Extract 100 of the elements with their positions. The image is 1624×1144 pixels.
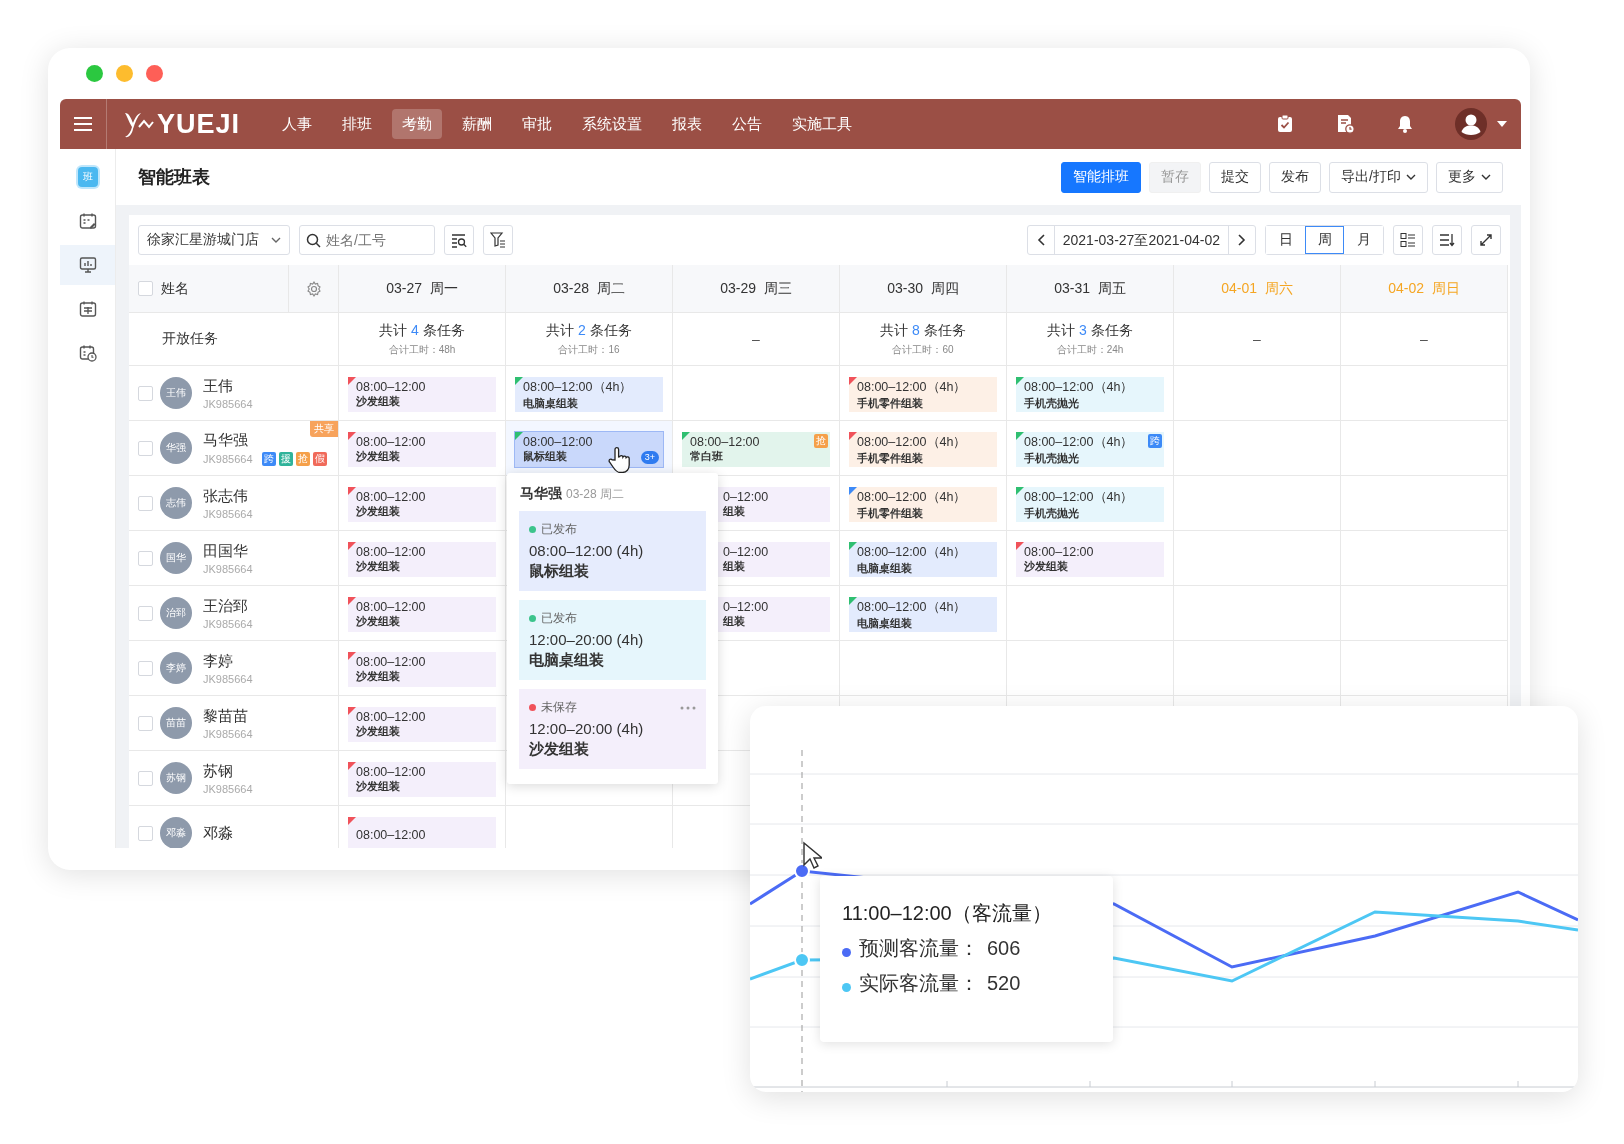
shift-block[interactable]: 08:00–12:00 沙发组装 <box>348 762 496 797</box>
shift-block[interactable]: 08:00–12:00（4h） 手机零件组装 <box>849 487 997 522</box>
action-button[interactable]: 发布 <box>1269 161 1322 193</box>
nav-tab[interactable]: 排班 <box>332 109 383 139</box>
calendar-clock-icon[interactable] <box>78 344 97 362</box>
task-check-icon[interactable] <box>1275 114 1295 134</box>
shift-name: 手机零件组装 <box>857 451 923 466</box>
shift-name: 鼠标组装 <box>529 562 590 581</box>
row-checkbox[interactable] <box>138 550 153 566</box>
row-checkbox[interactable] <box>138 660 153 676</box>
window-control[interactable] <box>146 65 163 82</box>
shift-block[interactable]: 08:00–12:00（4h） 手机壳抛光 <box>1016 377 1164 412</box>
nav-tab[interactable]: 人事 <box>272 109 323 139</box>
shift-block[interactable]: 08:00–12:00 沙发组装 <box>1016 542 1164 577</box>
series-label: 预测客流量： <box>859 936 979 961</box>
calendar-grid-icon[interactable] <box>78 300 97 318</box>
row-checkbox[interactable] <box>138 385 153 401</box>
row-checkbox[interactable] <box>138 715 153 731</box>
shift-name: 沙发组装 <box>529 740 590 759</box>
shift-time: 08:00–12:00 <box>356 600 426 614</box>
action-button[interactable]: 智能排班 <box>1061 161 1142 193</box>
employee-avatar: 治郅 <box>160 597 192 629</box>
shift-block[interactable]: 08:00–12:00 常白班 抢 <box>682 432 830 467</box>
filter-button[interactable] <box>483 225 513 255</box>
window-control[interactable] <box>86 65 103 82</box>
data-point[interactable] <box>794 863 810 879</box>
employee-avatar: 志伟 <box>160 487 192 519</box>
shift-time: 08:00–12:00 <box>690 435 760 449</box>
shift-block[interactable]: 08:00–12:00 沙发组装 <box>348 652 496 687</box>
notification-bell-icon[interactable] <box>1395 114 1415 134</box>
nav-tab[interactable]: 考勤 <box>392 109 443 139</box>
shift-block[interactable]: 08:00–12:00 鼠标组装 3+ <box>515 432 663 467</box>
action-button[interactable]: 提交 <box>1209 161 1262 193</box>
advanced-search-button[interactable] <box>444 225 474 255</box>
shift-name: 鼠标组装 <box>523 450 567 464</box>
shift-block[interactable]: 08:00–12:00（4h） 手机壳抛光 跨 <box>1016 432 1164 467</box>
store-select[interactable]: 徐家汇星游城门店 <box>138 225 290 255</box>
shift-block[interactable]: 08:00–12:00 沙发组装 <box>348 377 496 412</box>
shift-block[interactable]: 08:00–12:00 <box>348 817 496 848</box>
caret-down-icon[interactable] <box>1497 121 1507 127</box>
shift-block[interactable]: 08:00–12:00（4h） 电脑桌组装 <box>849 597 997 632</box>
shift-block[interactable]: 08:00–12:00（4h） 手机零件组装 <box>849 432 997 467</box>
employee-name: 张志伟 <box>203 486 249 506</box>
sort-button[interactable] <box>1432 225 1462 255</box>
nav-tab[interactable]: 系统设置 <box>572 109 653 139</box>
shift-time: 08:00–12:00（4h） <box>857 598 967 616</box>
row-checkbox[interactable] <box>138 495 153 511</box>
more-count[interactable]: 3+ <box>640 451 659 464</box>
fullscreen-button[interactable] <box>1471 225 1501 255</box>
shift-block[interactable]: 08:00–12:00 沙发组装 <box>348 597 496 632</box>
employee-id: JK985664 <box>203 452 253 465</box>
more-icon[interactable] <box>680 705 696 710</box>
employee-avatar: 邓淼 <box>160 817 192 848</box>
shift-card[interactable]: 已发布 12:00–20:00 (4h) 电脑桌组装 <box>519 600 706 680</box>
shift-block[interactable]: 08:00–12:00（4h） 手机零件组装 <box>849 377 997 412</box>
shift-block[interactable]: 08:00–12:00 沙发组装 <box>348 707 496 742</box>
shift-block[interactable]: 08:00–12:00 沙发组装 <box>348 432 496 467</box>
shift-time: 08:00–12:00 <box>356 827 426 842</box>
row-checkbox[interactable] <box>138 440 153 456</box>
day-header: 03-29 周三 <box>673 265 840 313</box>
shift-name: 沙发组装 <box>356 505 400 519</box>
user-avatar-icon[interactable] <box>1455 108 1487 140</box>
monitor-icon[interactable] <box>78 256 97 274</box>
list-view-button[interactable] <box>1393 225 1423 255</box>
nav-tab[interactable]: 薪酬 <box>452 109 503 139</box>
select-all-checkbox[interactable] <box>138 281 153 296</box>
shift-name: 手机零件组装 <box>857 506 923 521</box>
action-button[interactable]: 更多 <box>1436 161 1503 193</box>
shift-card[interactable]: 未保存 12:00–20:00 (4h) 沙发组装 <box>519 689 706 769</box>
shift-block[interactable]: 08:00–12:00 沙发组装 <box>348 487 496 522</box>
search-field[interactable]: 姓名/工号 <box>299 225 435 255</box>
shift-name: 沙发组装 <box>356 780 400 794</box>
calendar-edit-icon[interactable] <box>78 212 97 230</box>
shift-block[interactable]: 08:00–12:00（4h） 电脑桌组装 <box>849 542 997 577</box>
nav-tab[interactable]: 公告 <box>722 109 773 139</box>
shift-card[interactable]: 已发布 08:00–12:00 (4h) 鼠标组装 <box>519 511 706 591</box>
shift-block[interactable]: 08:00–12:00（4h） 手机壳抛光 <box>1016 487 1164 522</box>
day-header: 03-30 周四 <box>840 265 1007 313</box>
sidebar-item[interactable] <box>60 245 115 285</box>
document-clock-icon[interactable] <box>1335 114 1355 134</box>
shift-time: 08:00–12:00 <box>356 710 426 724</box>
task-total: 共计 3 条任务 <box>1047 321 1133 340</box>
shift-block[interactable]: 08:00–12:00（4h） 电脑桌组装 <box>515 377 663 412</box>
nav-tab[interactable]: 实施工具 <box>782 109 863 139</box>
settings-icon[interactable] <box>305 280 322 297</box>
shift-time: 08:00–12:00（4h） <box>857 378 967 396</box>
shift-time: 08:00–12:00 <box>1024 545 1094 559</box>
shift-name: 常白班 <box>690 450 723 464</box>
nav-tab[interactable]: 报表 <box>662 109 713 139</box>
nav-tab[interactable]: 审批 <box>512 109 563 139</box>
shift-time: 12:00–20:00 (4h) <box>529 720 645 737</box>
view-tab[interactable]: 周 <box>1305 226 1344 254</box>
shift-time: 08:00–12:00（4h） <box>1024 433 1134 451</box>
action-button[interactable]: 导出/打印 <box>1329 161 1428 193</box>
shift-block[interactable]: 08:00–12:00 沙发组装 <box>348 542 496 577</box>
row-checkbox[interactable] <box>138 825 153 841</box>
row-checkbox[interactable] <box>138 605 153 621</box>
row-checkbox[interactable] <box>138 770 153 786</box>
employee-avatar: 苏钢 <box>160 762 192 794</box>
shift-time: 08:00–12:00（4h） <box>857 488 967 506</box>
